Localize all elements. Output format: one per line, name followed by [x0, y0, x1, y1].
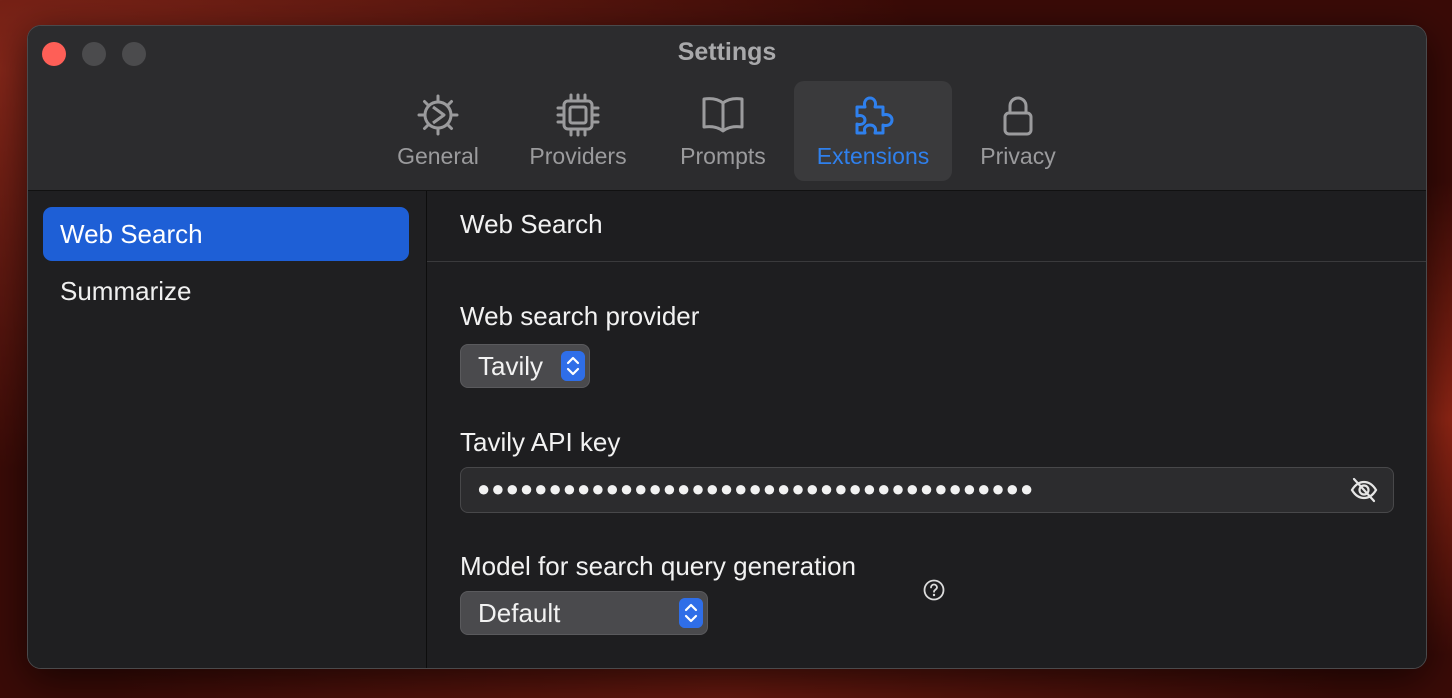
- model-select-value: Default: [478, 598, 561, 628]
- tab-general-label: General: [397, 143, 479, 169]
- tab-providers-label: Providers: [529, 143, 627, 169]
- main-content: Web Search Web search provider Tavily Ta…: [427, 191, 1426, 668]
- content-header: Web Search: [427, 191, 1426, 262]
- sidebar-item-web-search[interactable]: Web Search: [43, 207, 409, 261]
- tab-general[interactable]: General: [388, 81, 488, 181]
- api-key-field[interactable]: ●●●●●●●●●●●●●●●●●●●●●●●●●●●●●●●●●●●●●●●: [460, 467, 1394, 513]
- tab-providers[interactable]: Providers: [518, 81, 638, 181]
- provider-label: Web search provider: [460, 301, 700, 331]
- sidebar: Web Search Summarize: [28, 191, 427, 668]
- tab-privacy[interactable]: Privacy: [968, 81, 1068, 181]
- tab-extensions[interactable]: Extensions: [794, 81, 952, 181]
- help-icon[interactable]: [923, 579, 945, 601]
- page-title: Web Search: [460, 209, 603, 239]
- api-key-masked-value: ●●●●●●●●●●●●●●●●●●●●●●●●●●●●●●●●●●●●●●●: [477, 476, 1035, 501]
- chevron-updown-icon: [679, 598, 703, 628]
- settings-toolbar: General Providers Prompts Extensions Pri…: [28, 81, 1426, 181]
- tab-extensions-label: Extensions: [816, 143, 930, 169]
- gear-icon: [417, 94, 459, 136]
- model-label-text: Model for search query generation: [460, 551, 857, 581]
- chevron-updown-icon: [561, 351, 585, 381]
- sidebar-item-summarize[interactable]: Summarize: [43, 264, 409, 318]
- settings-window: Settings General Providers Prompts Exten…: [27, 25, 1427, 669]
- model-select[interactable]: Default: [460, 591, 708, 635]
- tab-prompts-label: Prompts: [680, 143, 766, 169]
- window-title: Settings: [677, 38, 777, 66]
- eye-slash-icon[interactable]: [1349, 476, 1379, 504]
- model-label: Model for search query generation: [460, 551, 856, 582]
- titlebar: Settings General Providers Prompts Exten…: [28, 26, 1426, 191]
- puzzle-icon: [855, 96, 894, 135]
- provider-select[interactable]: Tavily: [460, 344, 590, 388]
- lock-icon: [1003, 96, 1033, 136]
- tab-prompts[interactable]: Prompts: [668, 81, 778, 181]
- cpu-chip-icon: [556, 93, 600, 137]
- book-icon: [702, 97, 744, 133]
- tab-privacy-label: Privacy: [980, 143, 1056, 169]
- provider-select-value: Tavily: [478, 351, 544, 381]
- api-key-label: Tavily API key: [460, 427, 621, 457]
